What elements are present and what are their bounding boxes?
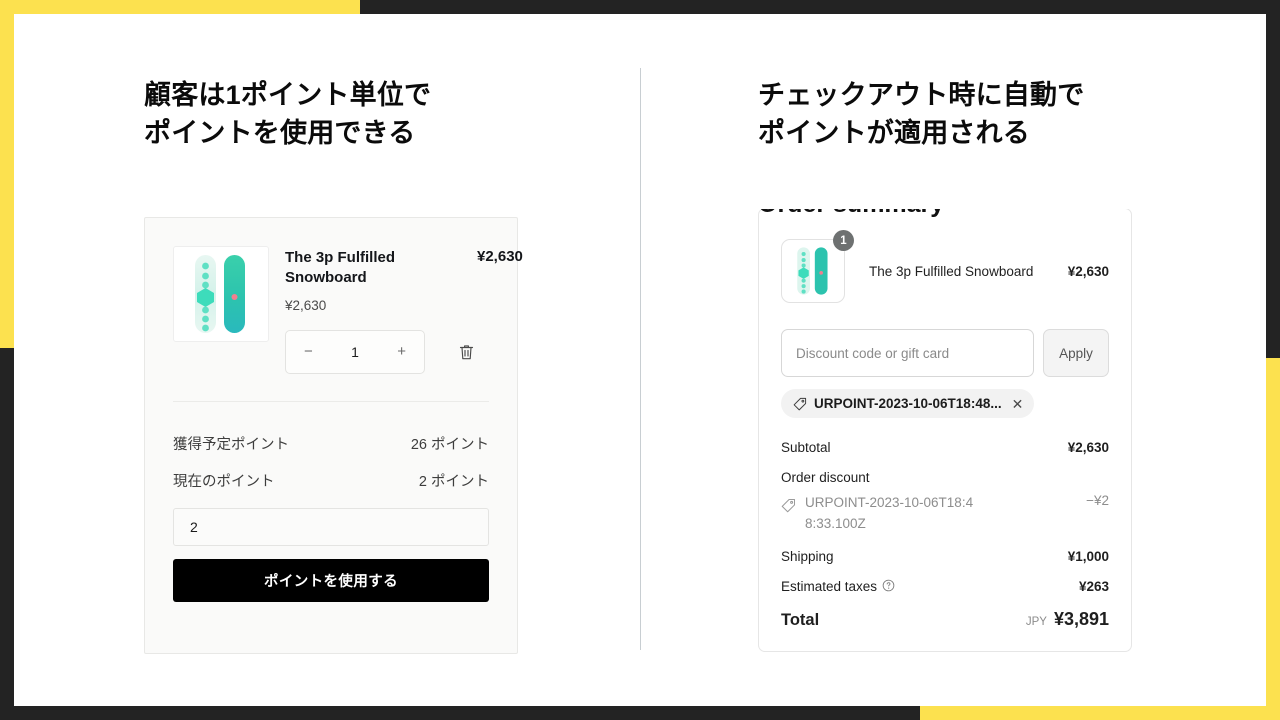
product-unit-price: ¥2,630	[285, 297, 327, 313]
estimated-taxes-label-wrap: Estimated taxes	[781, 579, 895, 594]
subtotal-row: Subtotal ¥2,630	[781, 440, 1109, 455]
points-balance-label: 現在のポイント	[173, 473, 275, 490]
discount-detail-left: URPOINT-2023-10-06T18:48:33.100Z	[781, 493, 983, 535]
total-currency-code: JPY	[1025, 615, 1047, 628]
product-title: The 3p Fulfilled Snowboard	[285, 249, 396, 287]
points-balance-value: 2 ポイント	[418, 473, 489, 490]
remove-item-button[interactable]	[455, 341, 477, 363]
estimated-taxes-value: ¥263	[1078, 578, 1109, 594]
summary-thumbnail-wrap: 1	[781, 230, 854, 303]
cart-item-info: The 3p Fulfilled Snowboard ¥2,630 − 1 +	[269, 246, 477, 374]
order-summary-body: 1 The 3p Fulfilled Snowboard ¥2,630 Disc…	[759, 209, 1131, 630]
tag-icon	[793, 397, 807, 410]
points-earn-value: 26 ポイント	[410, 436, 489, 453]
cart-card: The 3p Fulfilled Snowboard ¥2,630 − 1 +	[144, 217, 523, 654]
column-divider	[640, 68, 641, 650]
stage: 顧客は1ポイント単位で ポイントを使用できる The 3p Fulfilled …	[14, 14, 1266, 706]
use-points-button[interactable]: ポイントを使用する	[173, 558, 489, 602]
product-thumbnail	[173, 246, 269, 342]
snowboard-image	[797, 247, 828, 295]
cart-body: The 3p Fulfilled Snowboard ¥2,630 − 1 +	[145, 218, 523, 374]
total-value-wrap: JPY ¥3,891	[1026, 609, 1109, 630]
summary-product-thumbnail	[781, 239, 845, 303]
points-earn-row: 獲得予定ポイント 26 ポイント	[173, 433, 489, 454]
order-discount-label: Order discount	[781, 470, 870, 485]
applied-discount-chip[interactable]: URPOINT-2023-10-06T18:48... ✕	[781, 389, 1035, 418]
cart-line-item: The 3p Fulfilled Snowboard ¥2,630 − 1 +	[173, 246, 523, 374]
frame-left-yellow	[0, 0, 14, 348]
total-row: Total JPY ¥3,891	[781, 609, 1109, 630]
shipping-row: Shipping ¥1,000	[781, 549, 1109, 564]
order-discount-row: Order discount	[781, 470, 1109, 485]
decrement-button[interactable]: −	[304, 344, 313, 359]
product-line-price: ¥2,630	[477, 248, 523, 265]
tag-icon	[781, 498, 796, 513]
left-panel: 顧客は1ポイント単位で ポイントを使用できる	[144, 14, 574, 153]
frame-top-yellow	[0, 0, 360, 14]
right-panel-heading: チェックアウト時に自動で ポイントが適用される	[758, 80, 1085, 149]
shipping-label: Shipping	[781, 548, 834, 564]
quantity-stepper[interactable]: − 1 +	[285, 329, 425, 374]
frame-left-dark	[0, 348, 14, 720]
estimated-taxes-row: Estimated taxes ¥263	[781, 579, 1109, 594]
remove-discount-icon[interactable]: ✕	[1010, 397, 1026, 411]
frame-top-dark	[360, 0, 1280, 14]
discount-detail-code: URPOINT-2023-10-06T18:48:33.100Z	[805, 495, 974, 531]
frame-bottom-dark	[0, 706, 920, 720]
quantity-badge: 1	[833, 230, 854, 251]
apply-discount-button[interactable]: Apply	[1043, 329, 1109, 377]
increment-button[interactable]: +	[397, 344, 406, 359]
snowboard-image	[195, 255, 245, 333]
points-input[interactable]: 2	[173, 507, 489, 546]
points-area: 獲得予定ポイント 26 ポイント 現在のポイント 2 ポイント 2 ポイントを使…	[145, 433, 517, 602]
subtotal-value: ¥2,630	[1067, 440, 1109, 455]
trash-icon	[459, 344, 473, 359]
frame-right-yellow	[1266, 358, 1280, 720]
quantity-row: − 1 +	[285, 329, 477, 374]
summary-product-title: The 3p Fulfilled Snowboard	[869, 263, 1034, 279]
points-balance-row: 現在のポイント 2 ポイント	[173, 470, 489, 491]
left-panel-heading: 顧客は1ポイント単位で ポイントを使用できる	[144, 80, 432, 149]
help-circle-icon[interactable]	[882, 579, 895, 592]
points-earn-label: 獲得予定ポイント	[173, 436, 289, 453]
subtotal-label: Subtotal	[781, 440, 831, 455]
estimated-taxes-label: Estimated taxes	[781, 578, 878, 594]
total-value: ¥3,891	[1053, 608, 1109, 629]
order-summary-card: 1 The 3p Fulfilled Snowboard ¥2,630 Disc…	[758, 208, 1132, 652]
discount-detail-row: URPOINT-2023-10-06T18:48:33.100Z −¥2	[781, 493, 1109, 535]
points-input-value: 2	[190, 518, 198, 535]
cart-divider	[173, 400, 489, 402]
shipping-value: ¥1,000	[1067, 548, 1109, 564]
total-label: Total	[781, 610, 820, 629]
discount-row: Discount code or gift card Apply	[781, 329, 1109, 377]
frame-right-dark	[1266, 0, 1280, 358]
order-totals: Subtotal ¥2,630 Order discount URPOINT-2…	[781, 440, 1109, 630]
applied-discount-label: URPOINT-2023-10-06T18:48...	[814, 396, 1002, 411]
summary-line-item: 1 The 3p Fulfilled Snowboard ¥2,630	[781, 230, 1109, 303]
frame-bottom-yellow	[920, 706, 1280, 720]
order-summary-title-mask	[744, 190, 1154, 209]
quantity-value: 1	[351, 343, 359, 360]
summary-product-price: ¥2,630	[1067, 263, 1109, 279]
discount-code-input[interactable]: Discount code or gift card	[781, 329, 1034, 377]
right-panel: チェックアウト時に自動で ポイントが適用される	[758, 14, 1188, 153]
discount-detail-amount: −¥2	[1086, 493, 1109, 508]
